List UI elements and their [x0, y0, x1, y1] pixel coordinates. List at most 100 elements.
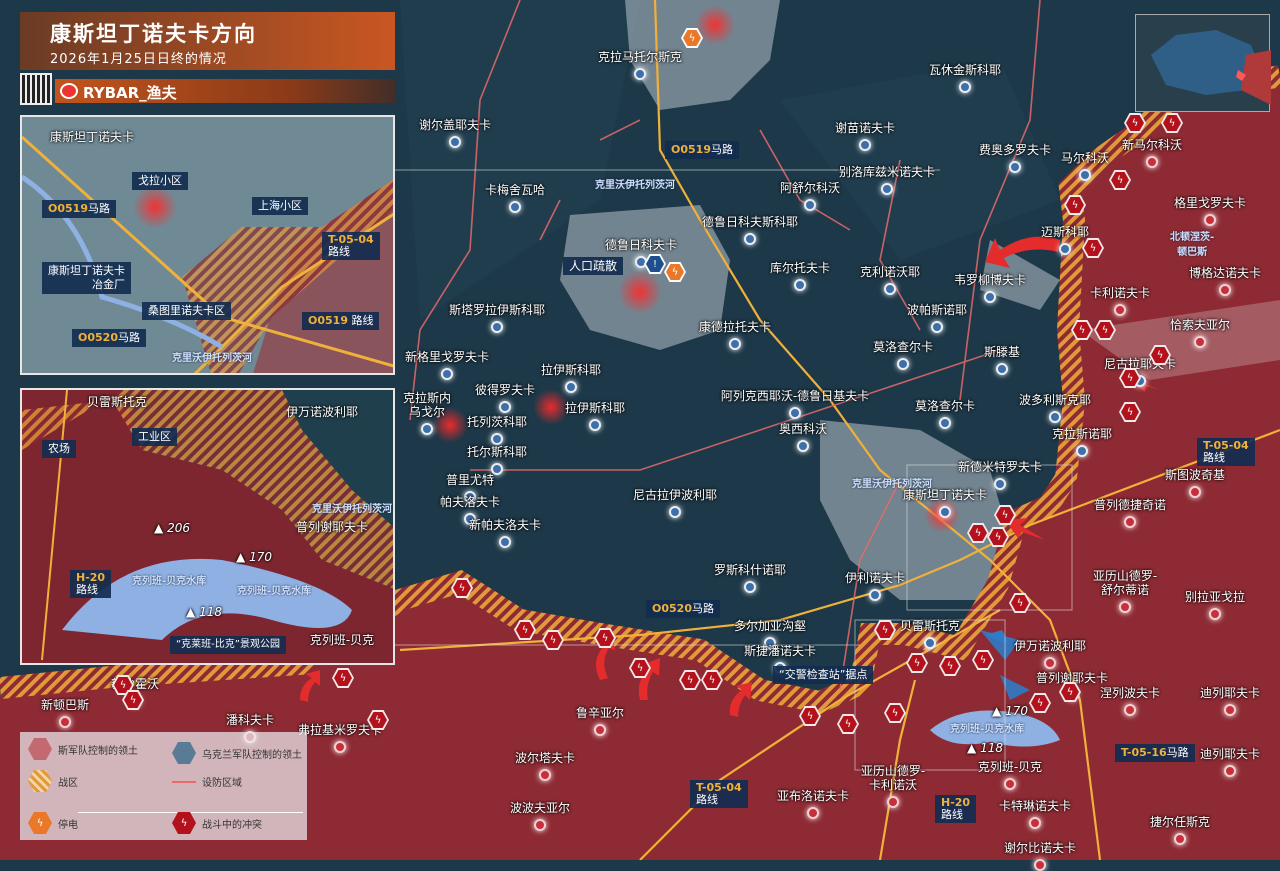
place-label: 托列茨科耶 [466, 415, 528, 429]
red-line-icon [172, 780, 196, 783]
settlement-marker-ua [634, 68, 646, 80]
settlement-marker-ua [794, 279, 806, 291]
place-label: 谢尔盖耶夫卡 [418, 118, 492, 132]
settlement-marker-ua [669, 506, 681, 518]
place-label: 恰索夫亚尔 [1169, 318, 1231, 332]
place-label: 卡梅舍瓦哈 [484, 183, 546, 197]
place-label: 尼古拉伊波利耶 [632, 488, 718, 502]
settlement-marker-ua [1049, 411, 1061, 423]
settlement-marker-ru [1194, 336, 1206, 348]
place-label: 谢尔比诺夫卡 [1003, 841, 1077, 855]
place-label: 帕夫洛夫卡 [439, 495, 501, 509]
place-label: 潘科夫卡 [225, 713, 275, 727]
river-label: 克里沃伊托列茨河 [852, 479, 932, 490]
place-label: 伊利诺夫卡 [844, 571, 906, 585]
settlement-marker-ru [59, 716, 71, 728]
settlement-marker-ru [1219, 284, 1231, 296]
river-label: 克里沃伊托列茨河 [595, 180, 675, 191]
settlement-marker-ua [449, 136, 461, 148]
legend-item-combat: ϟ 战斗中的冲突 [172, 812, 262, 834]
place-label: 库尔托夫卡 [769, 261, 831, 275]
settlement-marker-ua [959, 81, 971, 93]
place-label: 新帕夫洛夫卡 [468, 518, 542, 532]
settlement-marker-ua [931, 321, 943, 333]
place-label: 罗斯科什诺耶 [713, 563, 787, 577]
settlement-marker-ua [1009, 161, 1021, 173]
place-label: 迈斯科耶 [1040, 225, 1090, 239]
legend-item-russian: 斯军队控制的领土 [28, 738, 138, 760]
place-label: 拉伊斯科耶 [540, 363, 602, 377]
place-label: 新顿巴斯 [40, 698, 90, 712]
inset-road: O0520马路 [72, 329, 146, 347]
place-label: 普里尤特 [445, 473, 495, 487]
settlement-marker-ua [859, 139, 871, 151]
road-label-o0520: O0520马路 [646, 600, 720, 618]
road-label-t0516: T-05-16马路 [1115, 744, 1195, 762]
settlement-marker-ua [939, 417, 951, 429]
place-label: 博格达诺夫卡 [1188, 266, 1262, 280]
place-label: 马尔科沃 [1060, 151, 1110, 165]
place-label: 斯滕基 [983, 345, 1021, 359]
place-label: 亚布洛诺夫卡 [776, 789, 850, 803]
settlement-marker-ru [1029, 817, 1041, 829]
inset-label: 伊万诺波利耶 [285, 405, 359, 419]
settlement-marker-ru [1224, 704, 1236, 716]
legend-item-combat-zone: 战区 [28, 770, 78, 792]
checkpoint-callout: “交警检查站”据点 [773, 666, 874, 684]
inset-label: 克列班-贝克 [309, 633, 375, 647]
settlement-marker-ua [509, 201, 521, 213]
settlement-marker-ua [1079, 169, 1091, 181]
place-label: 亚历山德罗- 卡利诺沃 [860, 764, 926, 792]
height-170: ▲ 170 [236, 550, 272, 564]
reservoir-label: 克列班-贝克水库 [950, 724, 1025, 735]
settlement-marker-ru [594, 724, 606, 736]
height-118: ▲ 118 [967, 741, 1003, 755]
hex-blue-icon [172, 742, 196, 764]
settlement-marker-ru [1034, 859, 1046, 871]
place-label: 格里戈罗夫卡 [1173, 196, 1247, 210]
place-label: 康斯坦丁诺夫卡 [902, 488, 988, 502]
hex-hatched-icon [28, 770, 52, 792]
place-label: 鲁辛亚尔 [575, 706, 625, 720]
place-label: 卡利诺夫卡 [1089, 286, 1151, 300]
inset-label: 康斯坦丁诺夫卡 冶金厂 [42, 262, 131, 294]
height-118: ▲ 118 [186, 605, 222, 619]
settlement-marker-ru [334, 741, 346, 753]
place-label: 莫洛查尔卡 [872, 340, 934, 354]
legend: 斯军队控制的领土 乌克兰军队控制的领土 战区 设防区域 ϟ 停电 ϟ 战斗中的冲突 [20, 732, 307, 840]
place-label: 亚历山德罗- 舒尔蒂诺 [1092, 569, 1158, 597]
place-label: 新德米特罗夫卡 [957, 460, 1043, 474]
place-label: 涅列波夫卡 [1099, 686, 1161, 700]
power-outage-icon: ϟ [28, 812, 52, 834]
settlement-marker-ua [491, 433, 503, 445]
reservoir-label: 克列班-贝克水库 [132, 576, 207, 587]
settlement-marker-ua [939, 506, 951, 518]
settlement-marker-ru [1146, 156, 1158, 168]
brand-name: RYBAR_渔夫 [83, 84, 177, 102]
settlement-marker-ru [1119, 601, 1131, 613]
place-label: 多尔加亚沟壑 [733, 619, 807, 633]
place-label: 新马尔科沃 [1121, 138, 1183, 152]
settlement-marker-ua [789, 407, 801, 419]
place-label: 托尔斯科耶 [466, 445, 528, 459]
place-label: 波波夫亚尔 [509, 801, 571, 815]
place-label: 谢苗诺夫卡 [834, 121, 896, 135]
river-label: 克里沃伊托列茨河 [172, 353, 252, 364]
place-label: 捷尔任斯克 [1149, 815, 1211, 829]
inset-label: 工业区 [132, 428, 177, 446]
place-label: 阿列克西耶沃-德鲁日基夫卡 [720, 389, 870, 403]
place-label: 克拉斯内 乌戈尔 [402, 391, 452, 419]
place-label: 费奥多罗夫卡 [978, 143, 1052, 157]
place-label: 伊万诺波利耶 [1013, 639, 1087, 653]
place-label: 卡特琳诺夫卡 [998, 799, 1072, 813]
settlement-marker-ua [1059, 243, 1071, 255]
settlement-marker-ua [1076, 445, 1088, 457]
road-label-o0519: O0519马路 [665, 141, 739, 159]
settlement-marker-ua [421, 423, 433, 435]
place-label: 奥西科沃 [778, 422, 828, 436]
settlement-marker-ua [996, 363, 1008, 375]
settlement-marker-ru [807, 807, 819, 819]
settlement-marker-ru [1189, 486, 1201, 498]
settlement-marker-ru [1044, 657, 1056, 669]
brand-bar: RYBAR_渔夫 [55, 79, 395, 103]
